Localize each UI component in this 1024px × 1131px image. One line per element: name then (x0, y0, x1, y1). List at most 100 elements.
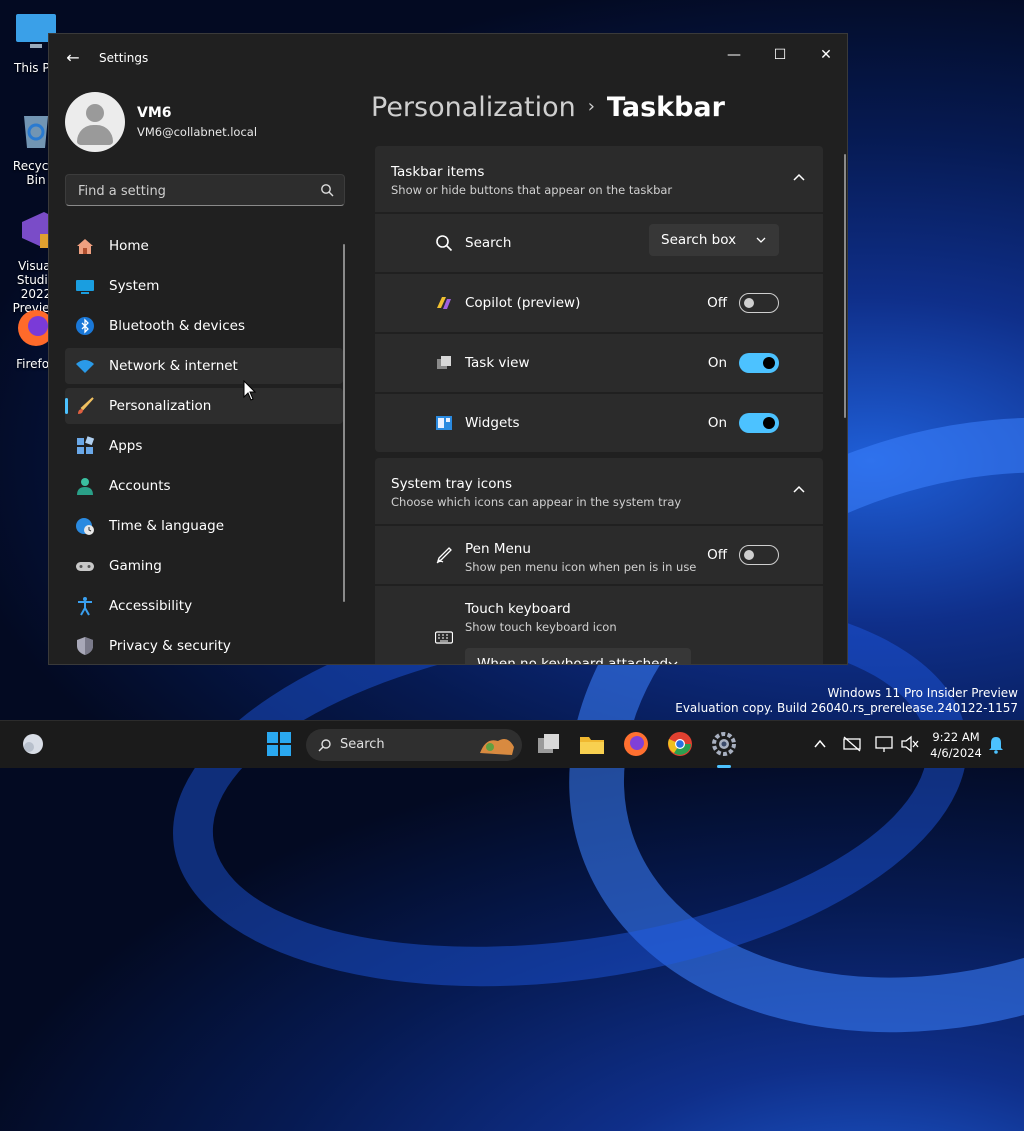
group-title: Taskbar items (391, 164, 485, 180)
pen-menu-row: Pen Menu Show pen menu icon when pen is … (375, 526, 823, 584)
avatar-head (86, 104, 104, 122)
row-subtitle: Show touch keyboard icon (465, 620, 617, 634)
breadcrumb-separator: › (587, 96, 595, 117)
taskbar-settings-content: Taskbar items Show or hide buttons that … (375, 146, 823, 665)
sidebar-item-time-language[interactable]: Time & language (65, 508, 343, 544)
taskbar: Search 9:22 AM 4/6/2024 (0, 720, 1024, 768)
accessibility-icon (78, 597, 92, 616)
clock[interactable]: 9:22 AM 4/6/2024 (928, 729, 984, 761)
copilot-row: Copilot (preview) Off (375, 274, 823, 332)
start-icon[interactable] (266, 731, 292, 757)
window-title: Settings (99, 51, 149, 65)
close-button[interactable]: ✕ (803, 40, 847, 70)
wifi-icon (76, 360, 94, 373)
gamepad-icon (76, 562, 94, 571)
row-label: Widgets (465, 415, 520, 431)
profile-name: VM6 (137, 105, 172, 121)
sidebar-item-accessibility[interactable]: Accessibility (65, 588, 343, 624)
sidebar-item-label: Gaming (109, 558, 162, 574)
sidebar-item-apps[interactable]: Apps (65, 428, 343, 464)
find-setting-box[interactable] (65, 174, 345, 206)
file-explorer-icon[interactable] (579, 731, 605, 757)
row-title: Pen Menu (465, 541, 531, 557)
sidebar-item-system[interactable]: System (65, 268, 343, 304)
weather-icon[interactable] (20, 731, 46, 757)
sidebar-item-gaming[interactable]: Gaming (65, 548, 343, 584)
system-tray-header[interactable]: System tray icons Choose which icons can… (375, 458, 823, 524)
settings-gear-icon[interactable] (711, 731, 737, 757)
toggle-state: Off (707, 295, 727, 311)
sidebar-item-label: Network & internet (109, 358, 238, 374)
maximize-button[interactable]: ☐ (757, 40, 803, 70)
content-scrollbar[interactable] (844, 154, 846, 418)
search-row: Search Search box (375, 214, 823, 272)
row-label: Task view (465, 355, 530, 371)
chevron-up-icon[interactable] (791, 482, 807, 498)
search-icon[interactable] (320, 183, 334, 197)
chrome-icon[interactable] (667, 731, 693, 757)
brush-icon (78, 397, 94, 414)
sidebar-item-label: System (109, 278, 160, 294)
toggle-knob (763, 357, 775, 369)
watermark-line-1: Windows 11 Pro Insider Preview (827, 686, 1018, 700)
minimize-button[interactable]: — (711, 40, 757, 70)
sidebar-scrollbar[interactable] (343, 244, 345, 602)
sidebar-item-label: Apps (109, 438, 143, 454)
group-subtitle: Show or hide buttons that appear on the … (391, 183, 673, 197)
notification-bell-icon[interactable] (988, 736, 1004, 754)
toggle-knob (744, 550, 754, 560)
globe-clock-icon (76, 518, 94, 535)
sidebar-item-privacy-security[interactable]: Privacy & security (65, 628, 343, 664)
pen-icon (436, 547, 452, 564)
taskbar-search-box[interactable]: Search (306, 729, 522, 761)
chevron-up-icon[interactable] (791, 170, 807, 186)
breadcrumb-parent[interactable]: Personalization (371, 92, 576, 123)
chevron-down-icon (668, 661, 678, 664)
sidebar-item-label: Personalization (109, 398, 212, 414)
sidebar-item-label: Accessibility (109, 598, 193, 614)
task-view-toggle[interactable] (739, 353, 779, 373)
toggle-state: On (707, 415, 727, 431)
avatar[interactable] (65, 92, 125, 152)
home-icon (77, 239, 93, 254)
chevron-up-icon[interactable] (812, 736, 828, 752)
sidebar-item-label: Privacy & security (109, 638, 231, 654)
search-mode-dropdown[interactable]: Search box (649, 224, 779, 256)
task-view-row: Task view On (375, 334, 823, 392)
back-button[interactable]: ← (63, 48, 83, 68)
system-icon (76, 280, 94, 294)
sidebar-item-label: Bluetooth & devices (109, 318, 246, 334)
display-icon[interactable] (874, 735, 894, 753)
sidebar-item-home[interactable]: Home (65, 228, 343, 264)
firefox-icon[interactable] (623, 731, 649, 757)
sidebar-item-network[interactable]: Network & internet (65, 348, 343, 384)
group-title: System tray icons (391, 476, 513, 492)
taskbar-items-header[interactable]: Taskbar items Show or hide buttons that … (375, 146, 823, 212)
mouse-cursor-icon (243, 380, 257, 401)
task-view-icon[interactable] (536, 731, 562, 757)
toggle-state: Off (707, 547, 727, 563)
apps-icon (77, 436, 95, 454)
widgets-toggle[interactable] (739, 413, 779, 433)
sidebar-item-bluetooth[interactable]: Bluetooth & devices (65, 308, 343, 344)
find-setting-input[interactable] (76, 181, 310, 201)
volume-muted-icon[interactable] (900, 735, 920, 753)
pen-menu-toggle[interactable] (739, 545, 779, 565)
dropdown-value: When no keyboard attached (477, 656, 669, 665)
touch-keyboard-dropdown[interactable]: When no keyboard attached (465, 648, 691, 665)
toggle-knob (744, 298, 754, 308)
taskbar-search-label: Search (340, 737, 385, 752)
sidebar-item-accounts[interactable]: Accounts (65, 468, 343, 504)
sidebar-item-personalization[interactable]: Personalization (65, 388, 343, 424)
network-disconnected-icon[interactable] (842, 735, 862, 753)
account-icon (77, 478, 93, 495)
copilot-toggle[interactable] (739, 293, 779, 313)
breadcrumb: Personalization › Taskbar (371, 92, 725, 123)
settings-window: ← Settings — ☐ ✕ VM6 VM6@collabnet.local… (48, 33, 848, 665)
toggle-knob (763, 417, 775, 429)
widgets-icon (436, 416, 452, 430)
chevron-down-icon (756, 237, 766, 243)
row-title: Touch keyboard (465, 601, 571, 617)
toggle-state: On (707, 355, 727, 371)
profile-email: VM6@collabnet.local (137, 125, 258, 139)
